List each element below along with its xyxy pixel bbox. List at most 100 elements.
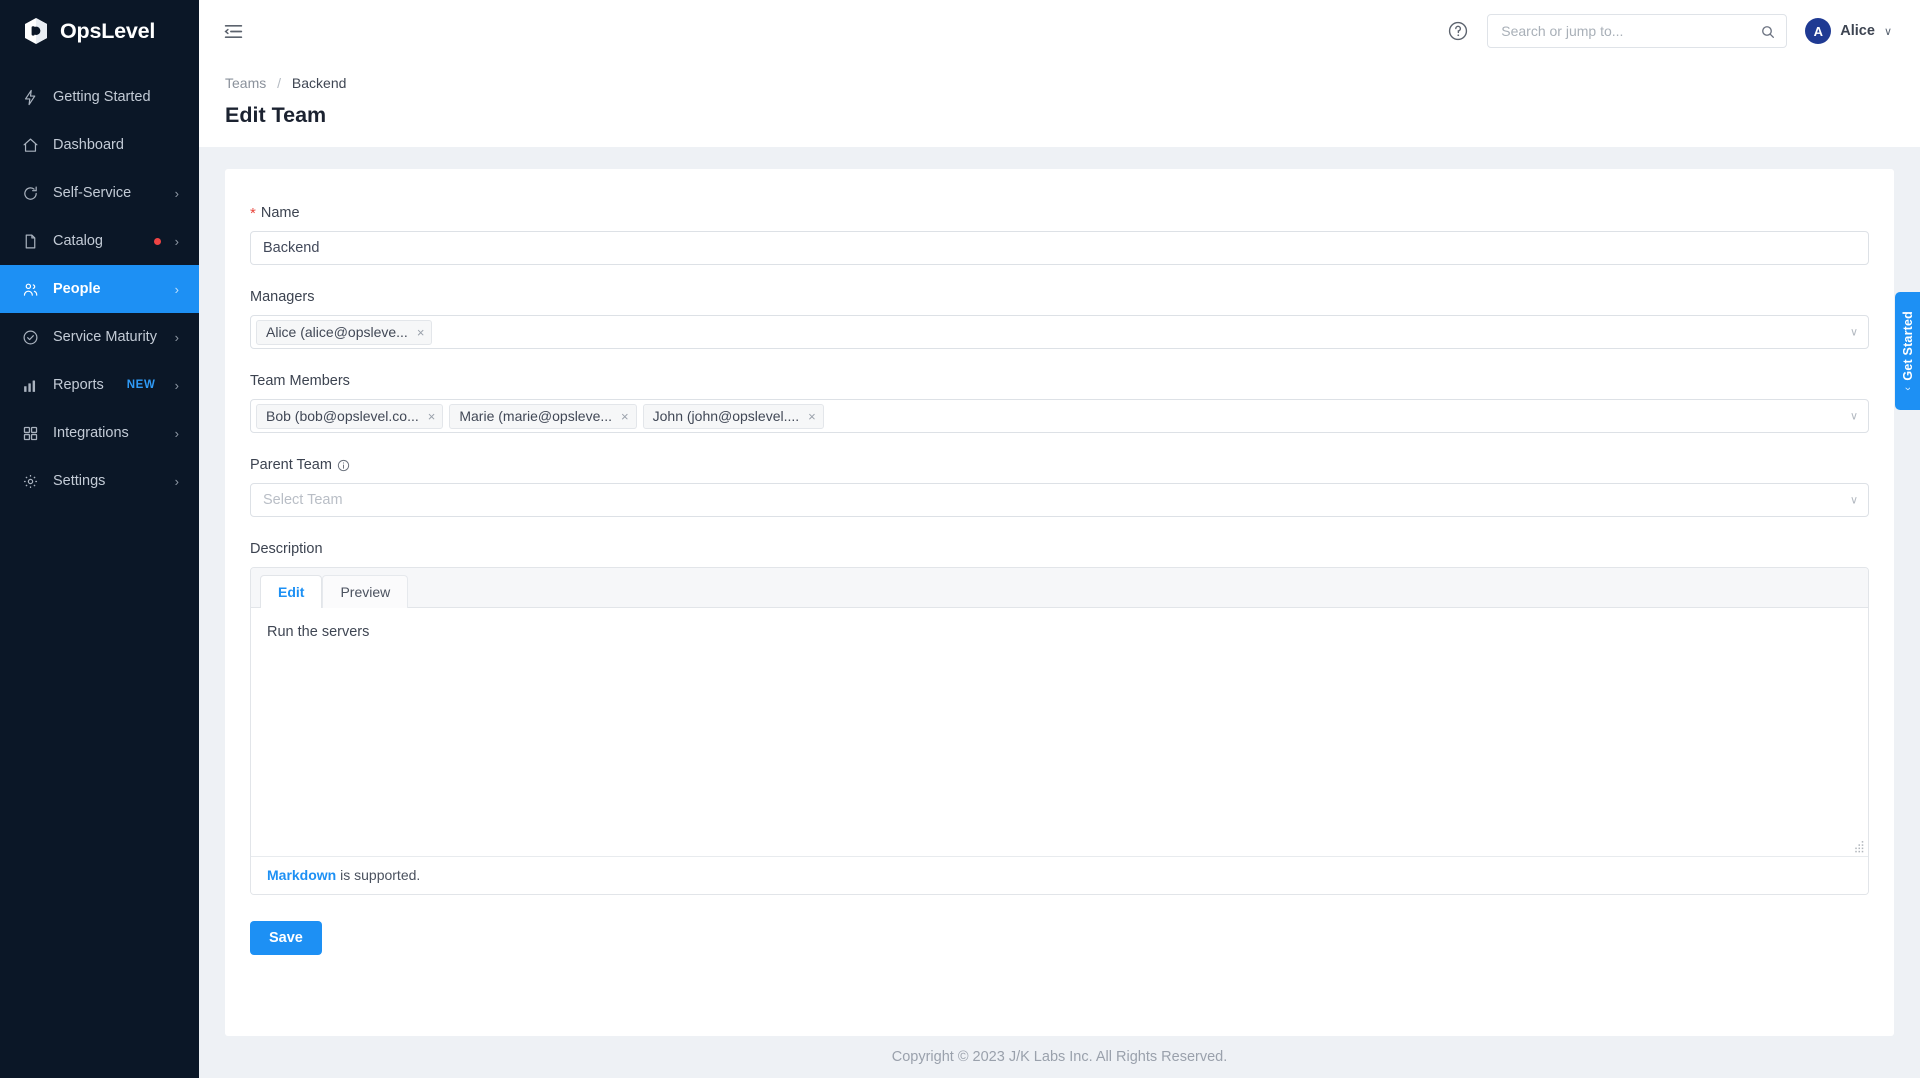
- info-circle-icon[interactable]: [337, 459, 350, 472]
- chevron-down-icon: ∨: [1883, 25, 1892, 38]
- opslevel-hex-logo-icon: [23, 17, 49, 45]
- user-menu[interactable]: A Alice ∨: [1805, 18, 1892, 44]
- edit-team-form: * Name Managers Al: [250, 205, 1869, 985]
- parent-team-select[interactable]: Select Team ∨: [250, 483, 1869, 517]
- sidebar-item-reports[interactable]: Reports NEW ›: [0, 361, 199, 409]
- chevron-down-icon: ∨: [1849, 494, 1858, 507]
- document-icon: [21, 232, 39, 250]
- sidebar-item-label: Service Maturity: [53, 329, 157, 345]
- field-description: Description Edit Preview Run the servers…: [250, 541, 1869, 895]
- chevron-down-icon: ∨: [1849, 410, 1858, 423]
- field-team-members: Team Members Bob (bob@opslevel.co... × M…: [250, 373, 1869, 433]
- managers-label: Managers: [250, 289, 1869, 305]
- get-started-label: Get Started: [1900, 311, 1915, 381]
- tab-edit[interactable]: Edit: [260, 575, 323, 608]
- sidebar-item-people[interactable]: People ›: [0, 265, 199, 313]
- required-marker: *: [250, 204, 256, 222]
- chevron-right-icon: ›: [174, 425, 179, 441]
- sidebar-item-label: Catalog: [53, 233, 103, 249]
- remove-tag-icon[interactable]: ×: [428, 410, 436, 423]
- reports-new-badge: NEW: [126, 379, 156, 391]
- description-editor-area: [251, 608, 1868, 856]
- breadcrumb-separator: /: [277, 75, 282, 91]
- team-members-tag-label: Bob (bob@opslevel.co...: [266, 408, 419, 424]
- chevron-right-icon: ›: [174, 377, 179, 393]
- user-name: Alice: [1840, 23, 1875, 39]
- team-members-label-text: Team Members: [250, 373, 350, 389]
- description-label: Description: [250, 541, 1869, 557]
- sidebar-item-service-maturity[interactable]: Service Maturity ›: [0, 313, 199, 361]
- sidebar-item-label: Getting Started: [53, 89, 151, 105]
- copyright-text: Copyright © 2023 J/K Labs Inc. All Right…: [891, 1049, 1228, 1065]
- sidebar-item-settings[interactable]: Settings ›: [0, 457, 199, 505]
- parent-team-label-text: Parent Team: [250, 457, 332, 473]
- menu-collapse-icon[interactable]: [221, 19, 245, 43]
- team-members-tag[interactable]: Marie (marie@opsleve... ×: [449, 403, 637, 429]
- managers-tag-label: Alice (alice@opsleve...: [266, 324, 408, 340]
- team-members-label: Team Members: [250, 373, 1869, 389]
- remove-tag-icon[interactable]: ×: [621, 410, 629, 423]
- chevron-right-icon: ›: [174, 185, 179, 201]
- chevron-right-icon: ›: [174, 281, 179, 297]
- parent-team-label: Parent Team: [250, 457, 1869, 473]
- avatar: A: [1805, 18, 1832, 44]
- managers-tag[interactable]: Alice (alice@opsleve... ×: [256, 319, 433, 345]
- check-circle-icon: [21, 328, 39, 346]
- team-members-tag[interactable]: John (john@opslevel.... ×: [642, 403, 824, 429]
- field-name: * Name: [250, 205, 1869, 265]
- remove-tag-icon[interactable]: ×: [417, 326, 425, 339]
- parent-team-placeholder: Select Team: [263, 492, 343, 508]
- main-region: A Alice ∨ Teams / Backend Edit Team: [199, 0, 1920, 1078]
- sidebar-item-dashboard[interactable]: Dashboard: [0, 121, 199, 169]
- form-actions: Save: [250, 921, 1869, 985]
- brand-name: OpsLevel: [60, 18, 156, 43]
- team-members-tag[interactable]: Bob (bob@opslevel.co... ×: [256, 403, 444, 429]
- breadcrumb-parent[interactable]: Teams: [225, 75, 266, 91]
- breadcrumb: Teams / Backend: [225, 75, 1894, 91]
- sidebar-nav: Getting Started Dashboard Self-Service ›: [0, 73, 199, 505]
- save-button[interactable]: Save: [250, 921, 322, 955]
- name-label: * Name: [250, 205, 1869, 221]
- field-parent-team: Parent Team Select Team ∨: [250, 457, 1869, 517]
- page-footer: Copyright © 2023 J/K Labs Inc. All Right…: [199, 1036, 1920, 1078]
- search-icon: [1760, 24, 1775, 39]
- get-started-tab[interactable]: Get Started ‹: [1895, 292, 1920, 410]
- description-editor: Edit Preview Run the servers Markdown is…: [250, 567, 1869, 895]
- gear-icon: [21, 472, 39, 490]
- brand[interactable]: OpsLevel: [0, 0, 199, 62]
- bar-chart-icon: [21, 376, 39, 394]
- question-circle-icon[interactable]: [1447, 20, 1469, 42]
- app-root: OpsLevel Getting Started Dashboard Self-…: [0, 0, 1920, 1078]
- markdown-link[interactable]: Markdown: [267, 867, 336, 883]
- search-box[interactable]: [1487, 14, 1788, 48]
- sidebar-item-label: Reports: [53, 377, 104, 393]
- team-members-multiselect[interactable]: Bob (bob@opslevel.co... × Marie (marie@o…: [250, 399, 1869, 433]
- page-container: Teams / Backend Edit Team * Name Backend…: [199, 62, 1920, 1036]
- sidebar-item-catalog[interactable]: Catalog ›: [0, 217, 199, 265]
- chevron-left-icon: ‹: [1901, 386, 1914, 391]
- markdown-hint: Markdown is supported.: [251, 856, 1868, 894]
- markdown-hint-text: is supported.: [336, 867, 421, 883]
- remove-tag-icon[interactable]: ×: [808, 410, 816, 423]
- sidebar-item-getting-started[interactable]: Getting Started: [0, 73, 199, 121]
- sidebar-item-integrations[interactable]: Integrations ›: [0, 409, 199, 457]
- breadcrumb-current: Backend: [291, 75, 347, 91]
- managers-multiselect[interactable]: Alice (alice@opsleve... × ∨: [250, 315, 1869, 349]
- tab-preview[interactable]: Preview: [322, 575, 409, 608]
- description-textarea[interactable]: [251, 608, 1868, 856]
- team-members-tag-label: Marie (marie@opsleve...: [459, 408, 613, 424]
- page-header-block: Teams / Backend Edit Team: [199, 62, 1920, 147]
- refresh-circle-icon: [21, 184, 39, 202]
- topbar-right-group: A Alice ∨: [1447, 14, 1892, 48]
- managers-label-text: Managers: [250, 289, 315, 305]
- chevron-down-icon: ∨: [1849, 326, 1858, 339]
- description-label-text: Description: [250, 541, 323, 557]
- chevron-right-icon: ›: [174, 473, 179, 489]
- catalog-notification-dot: [153, 237, 161, 245]
- search-input[interactable]: [1501, 23, 1761, 39]
- grid-squares-icon: [21, 424, 39, 442]
- sidebar-item-label: Self-Service: [53, 185, 132, 201]
- name-input[interactable]: [250, 231, 1869, 265]
- field-managers: Managers Alice (alice@opsleve... × ∨: [250, 289, 1869, 349]
- sidebar-item-self-service[interactable]: Self-Service ›: [0, 169, 199, 217]
